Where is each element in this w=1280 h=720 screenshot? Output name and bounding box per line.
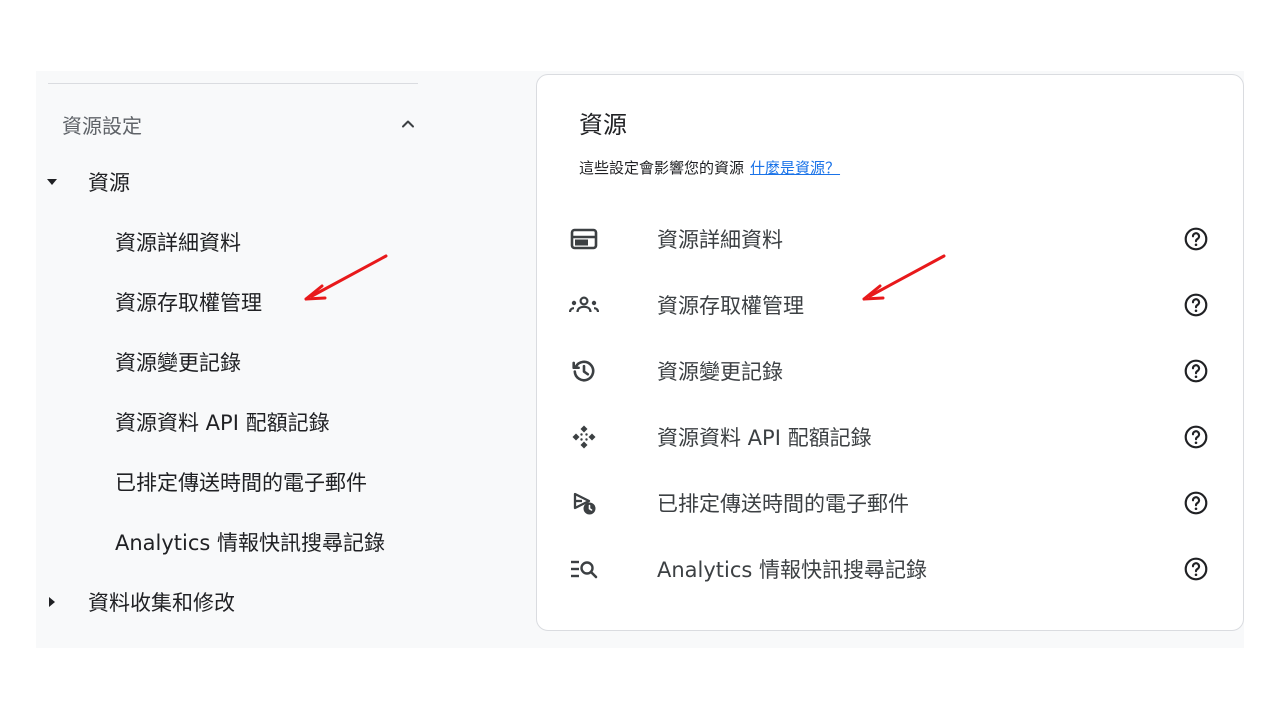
triangle-right-icon xyxy=(49,597,55,607)
row-label: 資源資料 API 配額記錄 xyxy=(657,426,872,450)
history-icon xyxy=(569,356,599,386)
help-icon[interactable] xyxy=(1183,358,1209,384)
section-title: 資源設定 xyxy=(62,113,142,138)
api-diamond-icon xyxy=(569,422,599,452)
what-is-property-link[interactable]: 什麼是資源？ xyxy=(750,159,840,177)
card-subtitle-text: 這些設定會影響您的資源 xyxy=(579,159,745,177)
chevron-up-icon xyxy=(402,120,414,128)
help-icon[interactable] xyxy=(1183,490,1209,516)
sidebar-group-property[interactable]: 資源 xyxy=(44,165,130,199)
help-icon[interactable] xyxy=(1183,226,1209,252)
sidebar: 資源設定 資源 資源詳細資料 資源存取權管理 資源變更記錄 資源資料 API 配… xyxy=(36,71,436,648)
row-label: Analytics 情報快訊搜尋記錄 xyxy=(657,558,928,582)
row-api-quota-history[interactable]: 資源資料 API 配額記錄 xyxy=(569,415,1219,459)
row-scheduled-emails[interactable]: 已排定傳送時間的電子郵件 xyxy=(569,481,1219,525)
sidebar-item-access-management[interactable]: 資源存取權管理 xyxy=(115,285,262,319)
help-icon[interactable] xyxy=(1183,424,1209,450)
help-icon[interactable] xyxy=(1183,292,1209,318)
sidebar-group-label: 資源 xyxy=(88,171,130,195)
annotation-arrow-card xyxy=(862,254,946,301)
section-header-property-settings[interactable]: 資源設定 xyxy=(62,109,418,139)
property-card: 資源 這些設定會影響您的資源 什麼是資源？ 資源詳細資料 資源存取權管理 資源變… xyxy=(536,74,1244,631)
row-insights-search-history[interactable]: Analytics 情報快訊搜尋記錄 xyxy=(569,547,1219,591)
row-label: 已排定傳送時間的電子郵件 xyxy=(657,492,909,516)
sidebar-item-property-details[interactable]: 資源詳細資料 xyxy=(115,225,241,259)
annotation-arrow-sidebar xyxy=(304,254,388,301)
row-change-history[interactable]: 資源變更記錄 xyxy=(569,349,1219,393)
row-label: 資源變更記錄 xyxy=(657,360,783,384)
scheduled-email-icon xyxy=(569,488,599,518)
sidebar-group-data-collection[interactable]: 資料收集和修改 xyxy=(44,585,235,619)
property-details-icon xyxy=(569,224,599,254)
sidebar-divider xyxy=(48,83,418,84)
people-access-icon xyxy=(569,290,599,320)
sidebar-group-label: 資料收集和修改 xyxy=(88,591,235,615)
help-icon[interactable] xyxy=(1183,556,1209,582)
card-subtitle: 這些設定會影響您的資源 什麼是資源？ xyxy=(579,157,840,178)
sidebar-item-api-quota-history[interactable]: 資源資料 API 配額記錄 xyxy=(115,405,330,439)
search-log-icon xyxy=(569,554,599,584)
sidebar-item-insights-search-history[interactable]: Analytics 情報快訊搜尋記錄 xyxy=(115,525,385,559)
card-title: 資源 xyxy=(579,111,627,139)
sidebar-item-change-history[interactable]: 資源變更記錄 xyxy=(115,345,241,379)
sidebar-item-scheduled-emails[interactable]: 已排定傳送時間的電子郵件 xyxy=(115,465,367,499)
triangle-down-icon xyxy=(47,179,57,185)
